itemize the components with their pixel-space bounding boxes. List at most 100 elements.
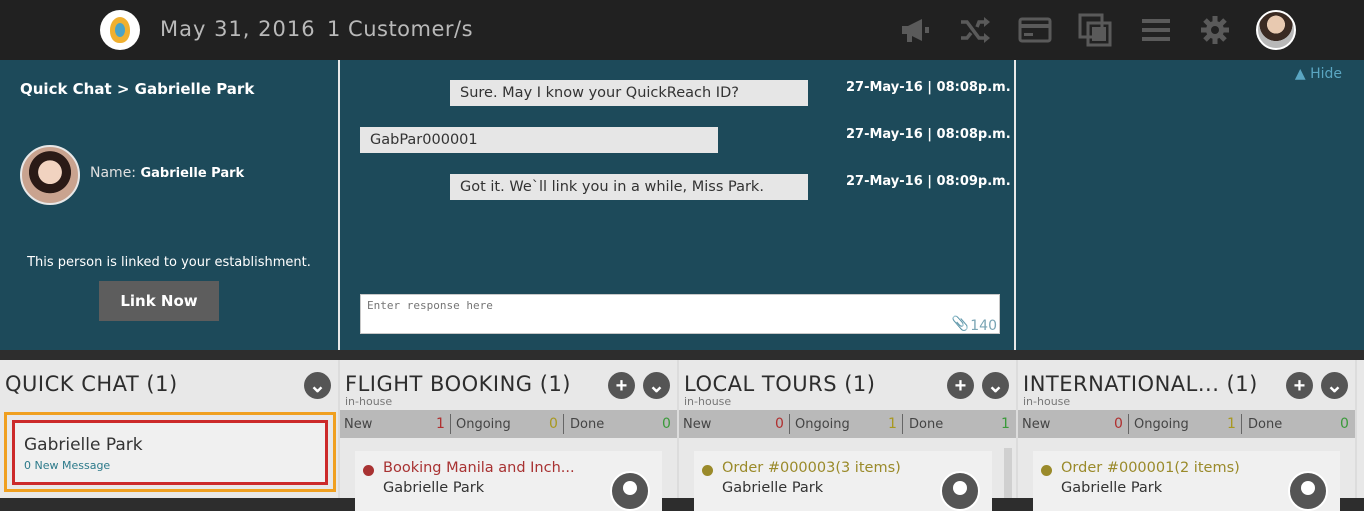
- quick-chat-column: QUICK CHAT (1) ⌄ Gabrielle Park 0 New Me…: [0, 360, 338, 498]
- name-value: Gabrielle Park: [140, 166, 245, 181]
- contact-name: Name: Gabrielle Park: [90, 165, 244, 181]
- card-customer: Gabrielle Park: [1061, 480, 1163, 496]
- breadcrumb: Quick Chat > Gabrielle Park: [20, 80, 255, 98]
- divider: [1241, 414, 1242, 434]
- card-name: Gabrielle Park: [24, 435, 143, 455]
- ongoing-count: 1: [1227, 416, 1236, 432]
- logo-mark: [110, 17, 130, 43]
- shuffle-icon[interactable]: [957, 12, 993, 48]
- next-column-edge: [1357, 360, 1364, 498]
- top-bar: May 31, 2016 1 Customer/s: [0, 0, 1364, 60]
- panel-divider: [0, 350, 1364, 360]
- customer-count: 1 Customer/s: [327, 17, 474, 41]
- status-dot: [363, 465, 374, 476]
- column-title: LOCAL TOURS (1): [684, 372, 876, 396]
- ongoing-label: Ongoing: [456, 417, 511, 432]
- response-input[interactable]: [361, 295, 999, 333]
- ongoing-count: 1: [888, 416, 897, 432]
- user-avatar-icon: [940, 471, 980, 511]
- new-label: New: [344, 417, 373, 432]
- column-subtitle: in-house: [345, 395, 393, 408]
- done-label: Done: [909, 417, 944, 432]
- card-message-count: 0 New Message: [24, 459, 111, 472]
- char-counter: 140: [970, 318, 997, 334]
- chevron-down-icon[interactable]: ⌄: [643, 372, 670, 399]
- chevron-down-icon[interactable]: ⌄: [982, 372, 1009, 399]
- hide-link[interactable]: ▲ Hide: [1295, 66, 1342, 82]
- status-bar: New 0 Ongoing 1 Done 1: [679, 410, 1016, 438]
- paperclip-icon[interactable]: 📎: [952, 315, 969, 332]
- add-icon[interactable]: +: [1286, 372, 1313, 399]
- card-icon[interactable]: [1017, 12, 1053, 48]
- hide-label: Hide: [1310, 66, 1342, 82]
- quick-chat-card[interactable]: Gabrielle Park 0 New Message: [12, 420, 328, 485]
- linked-status: This person is linked to your establishm…: [27, 255, 311, 270]
- ongoing-label: Ongoing: [795, 417, 850, 432]
- divider: [902, 414, 903, 434]
- done-label: Done: [1248, 417, 1283, 432]
- ongoing-label: Ongoing: [1134, 417, 1189, 432]
- column-subtitle: in-house: [1023, 395, 1071, 408]
- ongoing-count: 0: [549, 416, 558, 432]
- new-count: 0: [1114, 416, 1123, 432]
- order-card[interactable]: Order #000001(2 items) Gabrielle Park: [1033, 451, 1340, 511]
- side-pane: ▲ Hide: [1016, 60, 1364, 350]
- quick-chat-card-selected[interactable]: Gabrielle Park 0 New Message: [4, 412, 336, 492]
- user-avatar-icon: [1288, 471, 1328, 511]
- message-time: 27-May-16 | 08:09p.m.: [846, 174, 1011, 189]
- user-avatar-icon: [610, 471, 650, 511]
- local-tours-column: LOCAL TOURS (1) in-house + ⌄ New 0 Ongoi…: [679, 360, 1016, 511]
- message-time: 27-May-16 | 08:08p.m.: [846, 80, 1011, 95]
- done-count: 0: [1340, 416, 1349, 432]
- message-bubble: GabPar000001: [360, 127, 718, 153]
- app-logo[interactable]: [100, 10, 140, 50]
- add-icon[interactable]: +: [947, 372, 974, 399]
- layers-icon[interactable]: [1077, 12, 1113, 48]
- menu-icon[interactable]: [1138, 12, 1174, 48]
- contact-pane: Quick Chat > Gabrielle Park Name: Gabrie…: [0, 60, 338, 350]
- done-label: Done: [570, 417, 605, 432]
- link-now-button[interactable]: Link Now: [99, 281, 219, 321]
- user-avatar[interactable]: [1256, 10, 1296, 50]
- divider: [563, 414, 564, 434]
- card-title: Booking Manila and Inch...: [383, 460, 575, 476]
- card-customer: Gabrielle Park: [722, 480, 824, 496]
- status-dot: [702, 465, 713, 476]
- chevron-up-icon: ▲: [1294, 66, 1306, 82]
- gear-icon[interactable]: [1197, 12, 1233, 48]
- chat-panel: Quick Chat > Gabrielle Park Name: Gabrie…: [0, 60, 1364, 350]
- add-icon[interactable]: +: [608, 372, 635, 399]
- scrollbar[interactable]: [1004, 448, 1012, 498]
- card-customer: Gabrielle Park: [383, 480, 485, 496]
- international-column: INTERNATIONAL... (1) in-house + ⌄ New 0 …: [1018, 360, 1355, 511]
- response-box: 📎 140: [360, 294, 1000, 334]
- card-title: Order #000001(2 items): [1061, 460, 1240, 476]
- contact-photo: [20, 145, 80, 205]
- divider: [789, 414, 790, 434]
- column-subtitle: in-house: [684, 395, 732, 408]
- status-bar: New 0 Ongoing 1 Done 0: [1018, 410, 1355, 438]
- chevron-down-icon[interactable]: ⌄: [1321, 372, 1348, 399]
- card-title: Order #000003(3 items): [722, 460, 901, 476]
- header-date: May 31, 2016: [160, 17, 316, 41]
- name-label: Name:: [90, 165, 137, 181]
- column-title: INTERNATIONAL... (1): [1023, 372, 1258, 396]
- order-card[interactable]: Booking Manila and Inch... Gabrielle Par…: [355, 451, 662, 511]
- chevron-down-icon[interactable]: ⌄: [304, 372, 331, 399]
- message-bubble: Got it. We`ll link you in a while, Miss …: [450, 174, 808, 200]
- order-card[interactable]: Order #000003(3 items) Gabrielle Park: [694, 451, 992, 511]
- status-bar: New 1 Ongoing 0 Done 0: [340, 410, 677, 438]
- conversation-pane: Sure. May I know your QuickReach ID? 27-…: [338, 60, 1016, 350]
- megaphone-icon[interactable]: [897, 12, 933, 48]
- new-label: New: [683, 417, 712, 432]
- column-title: QUICK CHAT (1): [5, 372, 178, 396]
- message-bubble: Sure. May I know your QuickReach ID?: [450, 80, 808, 106]
- queue-board: QUICK CHAT (1) ⌄ Gabrielle Park 0 New Me…: [0, 360, 1364, 511]
- message-time: 27-May-16 | 08:08p.m.: [846, 127, 1011, 142]
- new-count: 0: [775, 416, 784, 432]
- done-count: 1: [1001, 416, 1010, 432]
- done-count: 0: [662, 416, 671, 432]
- status-dot: [1041, 465, 1052, 476]
- new-count: 1: [436, 416, 445, 432]
- divider: [1128, 414, 1129, 434]
